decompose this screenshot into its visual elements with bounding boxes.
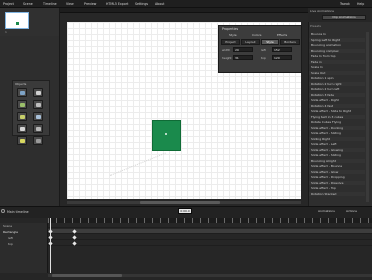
menu-preview[interactable]: Preview [84,2,96,6]
animation-preset-item[interactable]: Slide effect - Right [309,98,365,102]
green-rectangle[interactable] [152,120,181,151]
animation-preset-item[interactable]: Scale In [309,65,365,69]
animation-preset-item[interactable]: Rotation 4 fast [309,103,365,108]
top-ruler [60,8,308,13]
track-label-top[interactable]: top [8,242,13,246]
project-button[interactable]: Project [221,39,240,45]
borders-button[interactable]: Borders [280,39,300,45]
animation-preset-item[interactable]: Rotation 1 spin [309,76,365,80]
animation-preset-item[interactable]: Sliding Right [309,136,365,141]
left-field[interactable]: 152 [272,47,292,52]
animations-scrollbar[interactable] [366,32,369,202]
left-label: left [261,48,266,52]
animation-preset-item[interactable]: Slide effect - Top [309,186,365,190]
timeline-hscroll-thumb[interactable] [52,274,122,277]
menu-bar: Project Scene Timeline View Preview HTML… [0,0,372,8]
width-field[interactable]: 29 [233,47,253,52]
timeline-row[interactable] [48,229,372,234]
scene-number: 1 [5,30,7,34]
timeline-icon [1,209,5,213]
animation-preset-item[interactable]: Fade in [309,59,365,64]
audio-icon[interactable] [33,112,43,121]
top-field[interactable]: 120 [272,55,292,60]
track-label-scene[interactable]: Scene [3,224,12,228]
menu-timeline[interactable]: Timeline [43,2,57,6]
properties-panel: Properties Style Colors Effects Project … [218,25,302,73]
scene-thumbnail[interactable] [5,12,29,29]
presets-label: Presets [310,24,321,28]
tab-style[interactable]: Style [229,33,237,37]
layout-button[interactable]: Layout [241,39,260,45]
html-icon[interactable] [17,124,27,133]
scenes-strip: 1 [0,8,60,36]
animation-preset-item[interactable]: Rotation 2 turn right [309,81,365,86]
timeline-row[interactable] [48,241,372,246]
timeline-row[interactable] [48,223,372,228]
animation-preset-item[interactable]: Slide effect - Glow [309,169,365,174]
animation-preset-item[interactable]: Rotation 3 fade [309,92,365,97]
animation-preset-item[interactable]: Rotate Cubes Flying [309,120,365,124]
objects-title: Objects [15,82,27,86]
tab-colors[interactable]: Colors [252,33,261,37]
animation-preset-item[interactable]: Slide effect - Docking [309,125,365,130]
thumbnail-object [16,22,19,25]
sticky-icon[interactable] [33,136,43,145]
text-icon[interactable] [33,88,43,97]
menu-settings[interactable]: Settings [135,2,148,6]
animation-preset-item[interactable]: Fade In from top [309,54,365,58]
container-icon[interactable] [33,124,43,133]
animation-preset-item[interactable]: Slide effect - Slide to Right [309,109,365,113]
animation-preset-item[interactable]: Slide effect - Sliding [309,131,365,135]
menu-project[interactable]: Project [3,2,14,6]
image-icon[interactable] [17,88,27,97]
animation-preset-item[interactable]: Bouncing animation [309,43,365,47]
animation-preset-item[interactable]: Flying text in 3 cubes [309,114,365,119]
menu-about[interactable]: About [155,2,164,6]
menu-scene[interactable]: Scene [23,2,33,6]
animation-preset-item[interactable]: Scale Out [309,70,365,75]
timeline-track-labels: Scene Rectangle left top [0,223,48,273]
hyperlink-icon[interactable] [17,136,27,145]
style-button[interactable]: Style [261,39,279,45]
track-label-rectangle[interactable]: Rectangle [3,230,18,234]
timeline-title: Main timeline [7,210,29,214]
animations-toggle-button[interactable]: Animations [318,209,335,213]
height-label: height [222,56,232,60]
tab-effects[interactable]: Effects [277,33,287,37]
menu-view[interactable]: View [66,2,74,6]
width-label: width [222,48,231,52]
button-icon[interactable] [33,100,43,109]
menu-html5-export[interactable]: HTML5 Export [106,2,128,6]
pivot-point[interactable] [165,133,167,135]
clip-animations-button[interactable]: Clip Animations [322,15,366,20]
animation-preset-item[interactable]: Slide effect - Glowing [309,147,365,152]
animation-preset-item[interactable]: Rotation 2 turn left [309,87,365,91]
top-label: top [261,56,266,60]
animation-preset-item[interactable]: Slide effect - Bounce [309,164,365,168]
video-icon[interactable] [17,112,27,121]
current-time-field[interactable]: 0:00.0 [178,208,192,214]
properties-title: Properties [222,27,239,31]
animation-preset-item[interactable]: Spring Left to Right [309,37,365,42]
timeline-row[interactable] [48,235,372,240]
animation-preset-item[interactable]: Slide effect - Sliding [309,153,365,157]
shape-icon[interactable] [17,100,27,109]
track-label-left[interactable]: left [8,236,13,240]
menu-tweak[interactable]: Tweak [340,2,350,6]
animation-preset-item[interactable]: Slide effect - Left [309,142,365,146]
playhead[interactable] [50,218,51,273]
animation-preset-item[interactable]: Bouncing complex [309,48,365,53]
animation-preset-item[interactable]: Bouncing Alright [309,158,365,163]
menu-help[interactable]: Help [357,2,364,6]
animation-preset-item[interactable]: Slide effect - Dissolve [309,180,365,185]
animations-title: Live Animations [310,9,334,13]
canvas-hscroll-thumb[interactable] [140,201,220,204]
actions-toggle-button[interactable]: Actions [346,209,357,213]
animation-preset-item[interactable]: Bounce In [309,32,365,36]
animation-preset-item[interactable]: Rotation Stacked [309,191,365,196]
animation-preset-item[interactable]: Slide effect - Dropping [309,175,365,179]
height-field[interactable]: 31 [233,55,253,60]
